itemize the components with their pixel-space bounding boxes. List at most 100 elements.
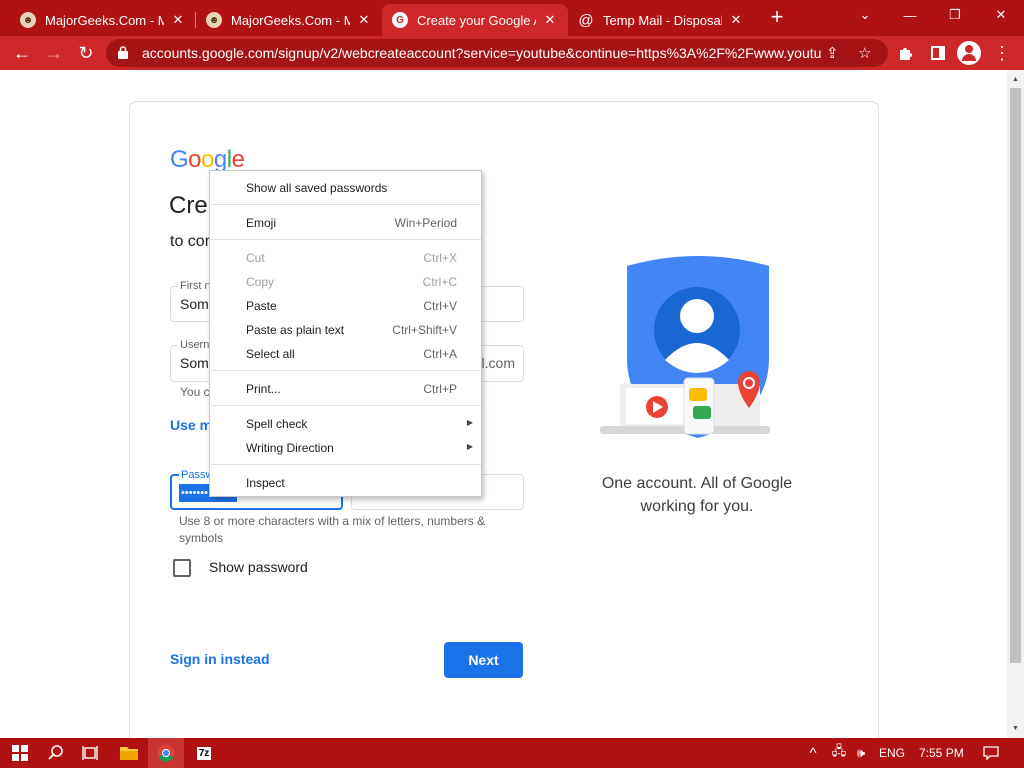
menu-item-select-all[interactable]: Select all Ctrl+A [210,342,481,366]
menu-item-emoji[interactable]: Emoji Win+Period [210,211,481,235]
menu-item-cut[interactable]: Cut Ctrl+X [210,246,481,270]
submenu-arrow-icon: ▶ [466,418,473,427]
account-shield-illustration [600,256,770,438]
folder-icon [120,747,138,760]
browser-toolbar: ← → ↻ accounts.google.com/signup/v2/webc… [0,36,1024,70]
sign-in-instead-link[interactable]: Sign in instead [170,651,270,667]
side-panel-button[interactable] [924,39,952,67]
search-icon [48,745,63,760]
chrome-menu-button[interactable]: ⋮ [988,39,1016,67]
start-button[interactable] [2,738,38,768]
url-text[interactable]: accounts.google.com/signup/v2/webcreatea… [142,45,822,61]
close-icon[interactable]: ✕ [170,12,186,28]
page-subtitle: to cor [170,233,211,250]
arrow-right-icon: → [45,42,63,63]
chevron-down-icon: ⌄ [859,7,871,22]
share-icon[interactable]: ⇪ [826,44,839,62]
notification-icon [983,746,999,760]
menu-item-paste[interactable]: Paste Ctrl+V [210,294,481,318]
puzzle-piece-icon [900,48,912,60]
tab-temp-mail[interactable]: @ Temp Mail - Disposable Temporary Email… [568,4,754,36]
close-icon[interactable]: ✕ [542,12,558,28]
menu-item-label: Paste as plain text [246,323,345,337]
menu-item-shortcut: Ctrl+C [422,275,457,289]
menu-item-show-saved-passwords[interactable]: Show all saved passwords [210,176,481,200]
network-icon: 🖧 [831,743,847,758]
arrow-left-icon: ← [13,42,31,63]
clock[interactable]: 7:55 PM [919,746,964,760]
first-name-label: First n [178,280,213,292]
close-icon[interactable]: ✕ [356,12,372,28]
close-icon[interactable]: ✕ [728,12,744,28]
first-name-value: Som [180,296,209,312]
menu-item-label: Copy [246,275,275,289]
restore-button[interactable]: ❐ [932,0,978,30]
tab-majorgeeks-2[interactable]: ☻ MajorGeeks.Com - MajorGeeks ✕ [196,4,382,36]
address-bar[interactable]: accounts.google.com/signup/v2/webcreatea… [106,39,888,67]
menu-divider [211,405,481,406]
menu-divider [211,204,481,205]
tempmail-favicon-icon: @ [578,11,594,29]
menu-item-label: Spell check [246,417,308,431]
menu-item-copy[interactable]: Copy Ctrl+C [210,270,481,294]
username-domain-suffix: l.com [481,355,515,371]
tab-google-create-account[interactable]: G Create your Google Account ✕ [382,4,568,36]
menu-item-inspect[interactable]: Inspect [210,471,481,495]
more-vertical-icon: ⋮ [993,42,1011,63]
side-panel-icon [931,46,945,60]
tab-title: Temp Mail - Disposable Temporary Email [603,12,722,28]
menu-item-label: Paste [246,299,277,313]
menu-item-label: Show all saved passwords [246,181,388,195]
menu-item-label: Cut [246,251,265,265]
profile-avatar-icon[interactable] [957,41,981,65]
windows-taskbar: 7z ^ 🖧 🕪 ENG 7:55 PM [0,738,1024,768]
task-view-button[interactable] [72,738,108,768]
language-indicator[interactable]: ENG [879,746,905,760]
menu-item-shortcut: Win+Period [394,216,457,230]
taskbar-search-button[interactable] [38,738,74,768]
menu-divider [211,370,481,371]
scroll-down-icon[interactable]: ▼ [1007,721,1024,737]
menu-item-shortcut: Ctrl+P [423,382,457,396]
tab-title: MajorGeeks.Com - MajorGeeks [231,12,350,28]
next-button[interactable]: Next [444,642,523,678]
menu-divider [211,464,481,465]
taskbar-chrome[interactable] [148,738,184,768]
use-existing-email-link[interactable]: Use m [170,417,212,433]
lock-icon [118,46,128,59]
speaker-icon: 🕪 [856,745,866,760]
menu-item-writing-direction[interactable]: Writing Direction ▶ [210,436,481,460]
show-password-checkbox[interactable] [173,559,191,577]
scrollbar-thumb[interactable] [1010,88,1021,663]
majorgeeks-favicon-icon: ☻ [20,12,36,28]
notifications-button[interactable] [974,738,1008,768]
show-hidden-icons-button[interactable]: ^ [800,738,826,768]
restore-icon: ❐ [949,7,961,22]
back-button[interactable]: ← [8,39,36,67]
extensions-button[interactable] [892,39,920,67]
tab-majorgeeks-1[interactable]: ☻ MajorGeeks.Com - MajorGeeks ✕ [10,4,196,36]
reload-button[interactable]: ↻ [72,39,100,67]
menu-item-shortcut: Ctrl+Shift+V [392,323,457,337]
close-icon: ✕ [995,7,1007,22]
tagline-line-1: One account. All of Google [601,475,793,492]
menu-item-paste-plain-text[interactable]: Paste as plain text Ctrl+Shift+V [210,318,481,342]
bookmark-star-icon[interactable]: ☆ [858,44,871,62]
tab-strip: ☻ MajorGeeks.Com - MajorGeeks ✕ ☻ MajorG… [0,0,1024,36]
taskbar-file-explorer[interactable] [111,738,147,768]
menu-item-label: Writing Direction [246,441,334,455]
show-password-label[interactable]: Show password [209,559,308,575]
tagline: One account. All of Google working for y… [590,472,804,518]
taskbar-7zip[interactable]: 7z [186,738,222,768]
username-hint: You c [180,385,210,399]
volume-button[interactable]: 🕪 [848,738,874,768]
close-window-button[interactable]: ✕ [978,0,1024,30]
forward-button[interactable]: → [40,39,68,67]
menu-item-label: Emoji [246,216,277,230]
minimize-button[interactable]: — [887,0,933,30]
menu-item-spell-check[interactable]: Spell check ▶ [210,412,481,436]
new-tab-button[interactable]: + [765,4,789,30]
tab-search-button[interactable]: ⌄ [842,0,888,30]
scroll-up-icon[interactable]: ▲ [1007,72,1024,88]
menu-item-print[interactable]: Print... Ctrl+P [210,377,481,401]
